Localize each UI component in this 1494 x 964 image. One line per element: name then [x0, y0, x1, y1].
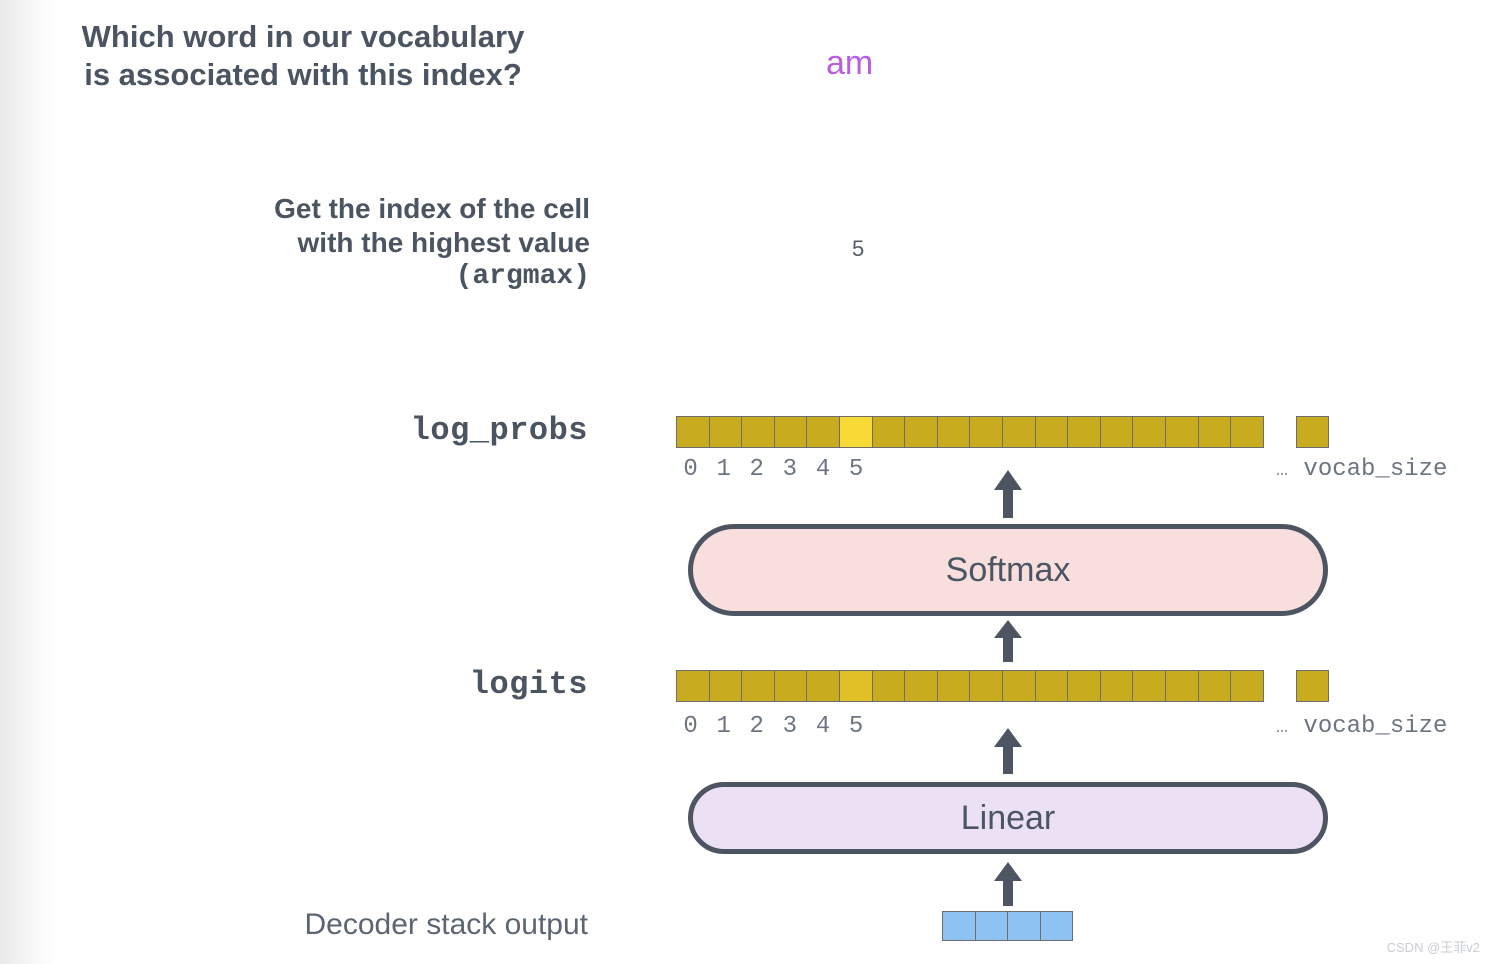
- log-probs-cell-3: [774, 417, 808, 447]
- logits-label: logits: [469, 666, 588, 703]
- logits-ellipsis: …: [1276, 716, 1290, 739]
- logits-cell-9: [970, 671, 1003, 701]
- logits-vocab-size-label: vocab_size: [1303, 713, 1448, 740]
- linear-label: Linear: [960, 798, 1056, 837]
- log-probs-cell-8: [937, 417, 971, 447]
- left-edge-shadow: [0, 0, 56, 964]
- log-probs-cell-10: [1002, 417, 1036, 447]
- log-probs-cell-0: [677, 417, 710, 447]
- log-probs-tick-3: 3: [782, 456, 798, 483]
- log-probs-cell-14: [1133, 417, 1166, 447]
- log-probs-cell-row: [676, 416, 1330, 448]
- logits-cell-13: [1100, 671, 1134, 701]
- logits-tick-5: 5: [848, 713, 864, 740]
- logits-cells: [676, 670, 1264, 702]
- log-probs-tick-1: 1: [716, 456, 731, 483]
- logits-cell-8: [937, 671, 971, 701]
- question-line-1: Which word in our vocabulary: [81, 19, 525, 54]
- log-probs-vocab-size-label: vocab_size: [1303, 456, 1448, 483]
- decoder-cell-0: [943, 912, 976, 940]
- logits-cell-0: [677, 671, 710, 701]
- log-probs-cell-5-highlighted: [839, 417, 873, 447]
- logits-cell-last: [1295, 670, 1330, 702]
- decoder-cell-1: [975, 912, 1008, 940]
- log-probs-cell-9: [970, 417, 1003, 447]
- logits-cell-4: [807, 671, 840, 701]
- question-line-2: is associated with this index?: [84, 56, 522, 92]
- arrow-softmax-to-logprobs-icon: [993, 470, 1023, 518]
- logits-cell-16: [1198, 671, 1232, 701]
- log-probs-tick-4: 4: [815, 456, 831, 483]
- logits-cell-row: [676, 670, 1330, 702]
- predicted-index-value: 5: [852, 236, 865, 261]
- log-probs-cell-17: [1231, 417, 1264, 447]
- predicted-word-value: am: [826, 44, 874, 82]
- logits-cell-gap: [1264, 670, 1296, 700]
- log-probs-tick-5: 5: [848, 456, 864, 483]
- question-annotation: Which word in our vocabulary is associat…: [18, 18, 588, 94]
- log-probs-cell-4: [807, 417, 840, 447]
- log-probs-cell-15: [1165, 417, 1199, 447]
- argmax-line-2: with the highest value: [297, 227, 590, 259]
- log-probs-cell-2: [742, 417, 775, 447]
- logits-tick-3: 3: [782, 713, 798, 740]
- logits-cell-3: [774, 671, 808, 701]
- decoder-stack-output-label: Decoder stack output: [304, 908, 589, 941]
- log-probs-tick-2: 2: [749, 456, 764, 483]
- logits-index-ticks: 012345: [674, 713, 873, 740]
- log-probs-cell-12: [1068, 417, 1101, 447]
- log-probs-cell-16: [1198, 417, 1232, 447]
- logits-cell-17: [1231, 671, 1264, 701]
- logits-cell-10: [1002, 671, 1036, 701]
- logits-cell-6: [872, 671, 906, 701]
- log-probs-cells: [676, 416, 1264, 448]
- log-probs-cell-gap: [1264, 416, 1296, 446]
- softmax-block[interactable]: Softmax: [688, 524, 1328, 616]
- logits-cell-15: [1165, 671, 1199, 701]
- arrow-decoder-to-linear-icon: [993, 862, 1023, 906]
- log-probs-cell-1: [709, 417, 743, 447]
- logits-cell-12: [1068, 671, 1101, 701]
- log-probs-tick-0: 0: [683, 456, 698, 483]
- logits-cell-2: [742, 671, 775, 701]
- logits-cell-5-highlighted: [839, 671, 873, 701]
- logits-tick-0: 0: [683, 713, 698, 740]
- arrow-linear-to-logits-icon: [993, 728, 1023, 774]
- log-probs-ellipsis: …: [1276, 459, 1290, 482]
- logits-cell-11: [1035, 671, 1069, 701]
- softmax-label: Softmax: [945, 550, 1071, 589]
- linear-block[interactable]: Linear: [688, 782, 1328, 854]
- log-probs-cell-7: [905, 417, 938, 447]
- log-probs-cell-last: [1295, 416, 1330, 448]
- decoder-stack-output-cells: [942, 911, 1073, 941]
- decoder-cell-3: [1040, 912, 1073, 940]
- logits-end-ticks: … vocab_size: [1276, 713, 1447, 740]
- watermark: CSDN @王菲v2: [1386, 940, 1480, 955]
- argmax-line-1: Get the index of the cell: [274, 193, 590, 224]
- diagram-canvas: Which word in our vocabulary is associat…: [0, 0, 1494, 964]
- decoder-cell-2: [1008, 912, 1041, 940]
- logits-tick-4: 4: [815, 713, 831, 740]
- logits-cell-1: [709, 671, 743, 701]
- log-probs-end-ticks: … vocab_size: [1276, 456, 1447, 483]
- argmax-code-label: (argmax): [455, 261, 590, 293]
- argmax-annotation: Get the index of the cell with the highe…: [100, 192, 590, 294]
- log-probs-index-ticks: 012345: [674, 456, 873, 483]
- arrow-logits-to-softmax-icon: [993, 620, 1023, 662]
- log-probs-cell-13: [1100, 417, 1134, 447]
- logits-cell-7: [905, 671, 938, 701]
- log-probs-label: log_probs: [410, 412, 588, 449]
- log-probs-cell-11: [1035, 417, 1069, 447]
- logits-cell-14: [1133, 671, 1166, 701]
- log-probs-cell-6: [872, 417, 906, 447]
- logits-tick-1: 1: [716, 713, 731, 740]
- logits-tick-2: 2: [749, 713, 764, 740]
